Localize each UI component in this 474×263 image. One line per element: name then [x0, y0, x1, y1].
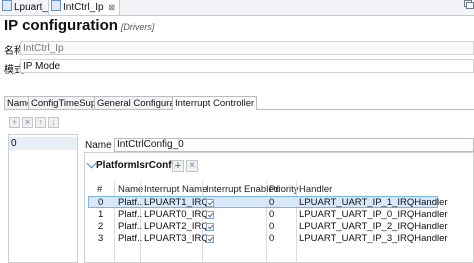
remove-isr-button[interactable]: ×: [186, 160, 198, 172]
column-header-handler[interactable]: Handler: [299, 184, 332, 196]
row-priority: 0: [269, 221, 275, 232]
add-button[interactable]: +: [9, 117, 20, 128]
editor-tab-bar: Lpuart_Uart IntCtrl_Ip ⊠: [0, 0, 474, 16]
row-irq: LPUART2_IRQn: [144, 221, 215, 232]
row-index: 3: [98, 233, 104, 244]
table-row[interactable]: 2 Platf... LPUART2_IRQn 0 LPUART_UART_IP…: [88, 221, 474, 233]
move-up-button[interactable]: ↑: [35, 117, 46, 128]
column-header-index[interactable]: #: [97, 184, 102, 196]
row-index: 1: [98, 209, 104, 220]
row-priority: 0: [269, 197, 275, 208]
page-title-text: IP configuration: [4, 17, 118, 34]
page-subtitle: [Drivers]: [120, 22, 155, 32]
row-handler: LPUART_UART_IP_3_IRQHandler: [299, 233, 448, 244]
enabled-checkbox[interactable]: [206, 235, 214, 243]
maximize-icon[interactable]: [464, 0, 474, 9]
name-field: IntCtrl_Ip: [20, 41, 474, 55]
row-handler: LPUART_UART_IP_1_IRQHandler: [299, 197, 448, 208]
page-title: IP configuration [Drivers]: [4, 17, 154, 34]
row-name: Platf...: [118, 197, 142, 208]
maximize-icon-front: [466, 2, 474, 9]
row-name: Platf...: [118, 209, 142, 220]
list-item[interactable]: 0: [9, 137, 77, 150]
row-priority: 0: [269, 233, 275, 244]
row-irq: LPUART0_IRQn: [144, 209, 215, 220]
add-isr-button[interactable]: +: [172, 160, 184, 172]
move-down-button[interactable]: ↓: [48, 117, 59, 128]
tab-close-icon[interactable]: ⊠: [108, 3, 115, 12]
row-name: Platf...: [118, 233, 142, 244]
enabled-checkbox[interactable]: [206, 223, 214, 231]
enabled-checkbox[interactable]: [206, 199, 214, 207]
row-handler: LPUART_UART_IP_2_IRQHandler: [299, 221, 448, 232]
row-handler: LPUART_UART_IP_0_IRQHandler: [299, 209, 448, 220]
table-row[interactable]: 0 Platf... LPUART1_IRQn 0 LPUART_UART_IP…: [88, 197, 474, 209]
config-file-icon: [2, 0, 12, 11]
enabled-checkbox[interactable]: [206, 211, 214, 219]
row-index: 2: [98, 221, 104, 232]
tab-label: IntCtrl_Ip: [63, 2, 104, 13]
row-irq: LPUART1_IRQn: [144, 197, 215, 208]
config-tabs: Name ConfigTimeSupport General Configura…: [4, 96, 474, 110]
details-name-input[interactable]: IntCtrlConfig_0: [114, 138, 474, 152]
details-name-label: Name: [85, 140, 112, 151]
row-irq: LPUART3_IRQn: [144, 233, 215, 244]
table-row[interactable]: 3 Platf... LPUART3_IRQn 0 LPUART_UART_IP…: [88, 233, 474, 245]
column-header-interrupt-enabled[interactable]: Interrupt Enabled: [206, 184, 279, 196]
remove-button[interactable]: ×: [22, 117, 33, 128]
column-header-interrupt-name[interactable]: Interrupt Name: [144, 184, 207, 196]
row-priority: 0: [269, 209, 275, 220]
config-file-icon: [51, 0, 61, 11]
tab-intctrl-ip[interactable]: IntCtrl_Ip ⊠: [48, 0, 121, 15]
table-row[interactable]: 1 Platf... LPUART0_IRQn 0 LPUART_UART_IP…: [88, 209, 474, 221]
column-header-priority[interactable]: Priority: [269, 184, 299, 196]
config-list: 0: [8, 134, 78, 263]
mode-field[interactable]: IP Mode: [20, 59, 474, 73]
row-index: 0: [98, 197, 104, 208]
group-title: PlatformIsrConfig: [96, 160, 181, 171]
row-name: Platf...: [118, 221, 142, 232]
tab-interrupt-controller[interactable]: Interrupt Controller: [172, 96, 258, 110]
